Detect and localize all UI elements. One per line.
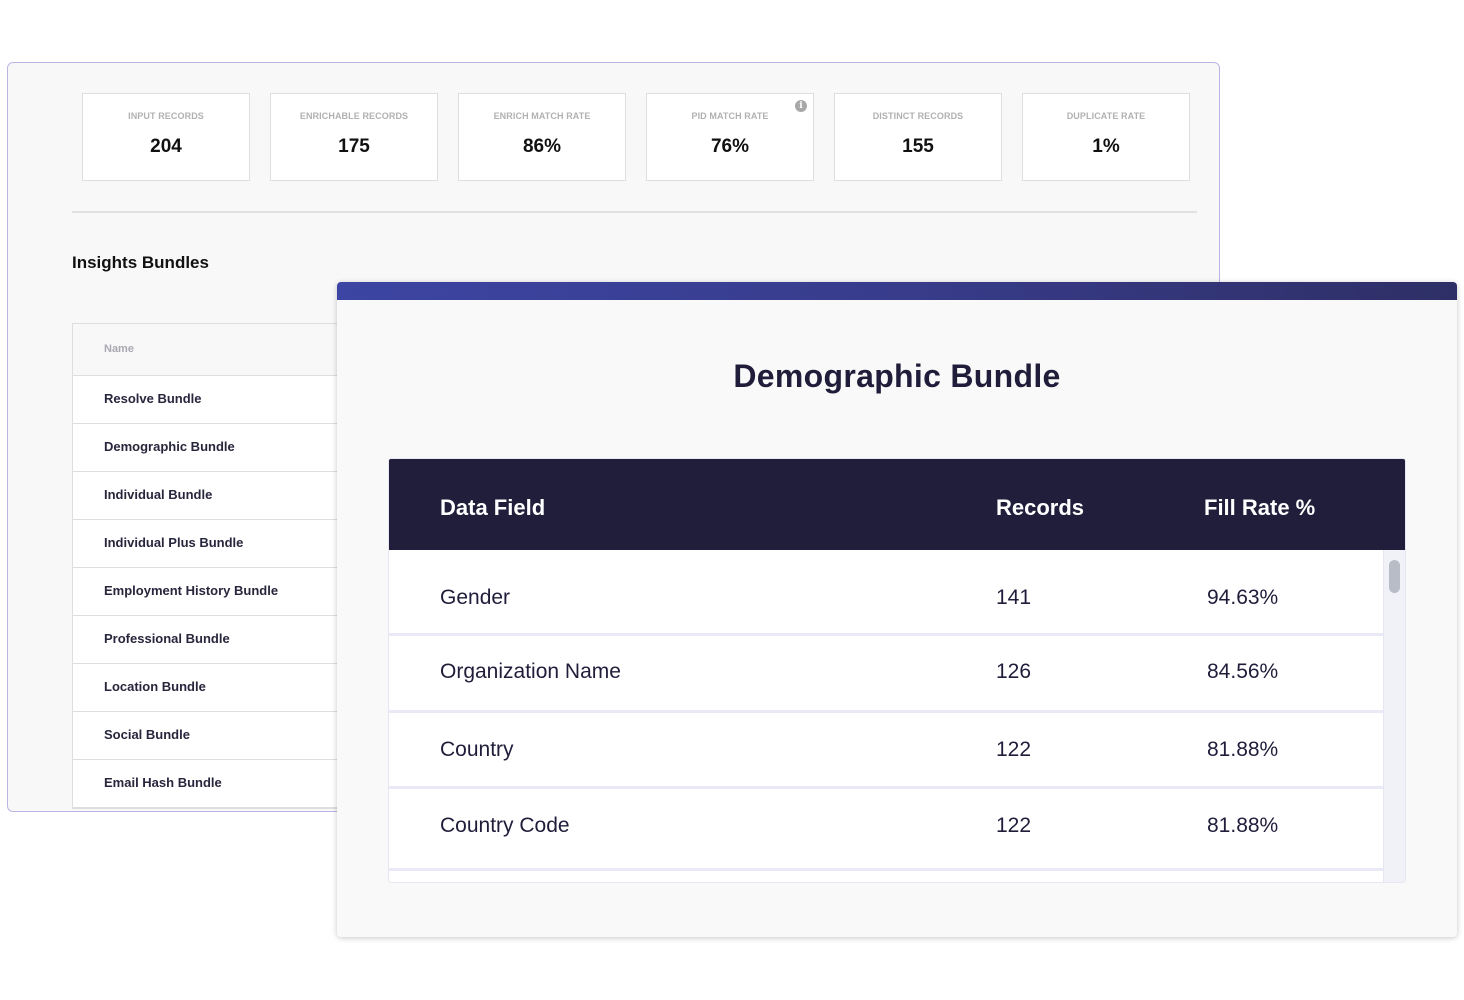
cell-records: 122	[996, 738, 1032, 761]
stat-label: DUPLICATE RATE	[1066, 111, 1146, 121]
stat-label: ENRICH MATCH RATE	[493, 111, 591, 121]
data-fields-table: Data Field Records Fill Rate % Gender 14…	[388, 458, 1406, 883]
stat-card-enrich-match-rate: ENRICH MATCH RATE 86%	[458, 93, 626, 181]
cell-field: Country Code	[440, 814, 570, 837]
cell-fill-rate: 81.88%	[1207, 738, 1279, 761]
table-row: Country 122 81.88%	[389, 713, 1383, 789]
divider	[72, 211, 1197, 213]
stat-card-pid-match-rate: i PID MATCH RATE 76%	[646, 93, 814, 181]
stat-label: DISTINCT RECORDS	[872, 111, 964, 121]
table-header: Data Field Records Fill Rate %	[389, 459, 1405, 550]
cell-field: Organization Name	[440, 660, 621, 683]
section-title: Insights Bundles	[72, 253, 209, 272]
column-header-records[interactable]: Records	[996, 495, 1084, 521]
stat-card-distinct-records: DISTINCT RECORDS 155	[834, 93, 1002, 181]
cell-field: Gender	[440, 586, 511, 609]
stat-value: 76%	[710, 136, 750, 157]
stat-card-duplicate-rate: DUPLICATE RATE 1%	[1022, 93, 1190, 181]
stat-value: 1%	[1092, 136, 1120, 157]
column-header-data-field[interactable]: Data Field	[440, 495, 545, 521]
stat-label: PID MATCH RATE	[691, 111, 769, 121]
table-row: Organization Name 126 84.56%	[389, 636, 1383, 713]
stat-card-enrichable-records: ENRICHABLE RECORDS 175	[270, 93, 438, 181]
modal-title: Demographic Bundle	[733, 358, 1061, 394]
stat-card-input-records: INPUT RECORDS 204	[82, 93, 250, 181]
cell-records: 141	[996, 586, 1032, 609]
cell-field: Country	[440, 738, 514, 761]
cell-fill-rate: 94.63%	[1207, 586, 1279, 609]
modal-accent-bar	[337, 282, 1457, 300]
cell-fill-rate: 84.56%	[1207, 660, 1279, 683]
stats-row: INPUT RECORDS 204 ENRICHABLE RECORDS 175…	[82, 93, 1190, 181]
bundle-detail-modal: Demographic Bundle Data Field Records Fi…	[337, 282, 1457, 937]
cell-records: 122	[996, 814, 1032, 837]
scrollbar-track[interactable]	[1383, 550, 1405, 882]
cell-fill-rate: 81.88%	[1207, 814, 1279, 837]
table-row: Country Code 122 81.88%	[389, 789, 1383, 871]
stat-value: 175	[338, 136, 370, 157]
scrollbar-thumb[interactable]	[1389, 560, 1400, 593]
cell-records: 126	[996, 660, 1032, 683]
stat-label: ENRICHABLE RECORDS	[299, 111, 409, 121]
stat-value: 155	[902, 136, 934, 157]
table-row: Gender 141 94.63%	[389, 550, 1383, 636]
table-body: Gender 141 94.63% Organization Name 126 …	[389, 550, 1383, 882]
stat-label: INPUT RECORDS	[128, 111, 204, 121]
table-row-partial	[389, 871, 1383, 882]
stat-value: 204	[150, 136, 182, 157]
column-header-fill-rate[interactable]: Fill Rate %	[1204, 495, 1315, 521]
stat-value: 86%	[522, 136, 562, 157]
